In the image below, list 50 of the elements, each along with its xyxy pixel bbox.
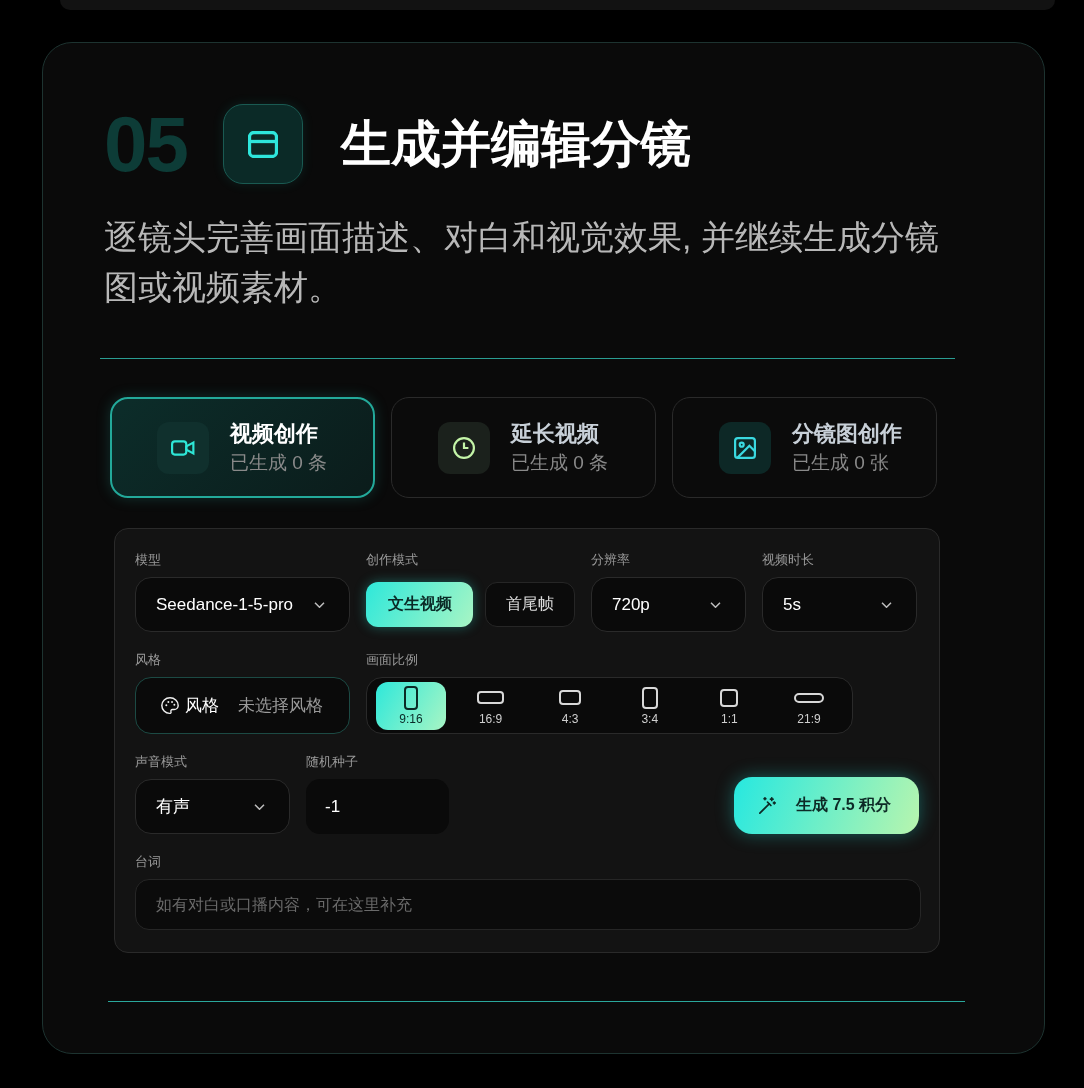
landscape-frame-icon	[477, 691, 505, 704]
dialogue-field[interactable]: 如有对白或口播内容，可在这里补充	[135, 879, 921, 930]
field-label: 台词	[135, 853, 162, 871]
field-label: 视频时长	[762, 551, 815, 569]
landscape-frame-icon	[793, 692, 824, 703]
creation-tab[interactable]: 分镜图创作 已生成 0 张	[672, 397, 937, 498]
section-description: 逐镜头完善画面描述、对白和视觉效果, 并继续生成分镜图或视频素材。	[104, 217, 940, 308]
field-label: 随机种子	[306, 753, 359, 771]
field-label: 创作模式	[366, 551, 419, 569]
landscape-frame-icon	[559, 690, 582, 705]
field-label: 声音模式	[135, 753, 188, 771]
square-frame-icon	[720, 688, 739, 707]
field-label: 模型	[135, 551, 162, 569]
image-icon	[719, 421, 771, 474]
seed-input[interactable]: -1	[306, 779, 449, 834]
model-select[interactable]: Seedance-1-5-pro	[135, 577, 350, 632]
portrait-frame-icon	[641, 686, 658, 709]
duration-select[interactable]: 5s	[762, 577, 917, 632]
magic-wand-icon	[759, 797, 776, 814]
mode-option[interactable]: 文生视频	[366, 582, 473, 627]
video-camera-icon	[157, 421, 209, 474]
field-label: 画面比例	[366, 651, 419, 669]
aspect-ratio-option[interactable]: 1:1	[694, 681, 765, 730]
resolution-select[interactable]: 720p	[591, 577, 746, 632]
portrait-frame-icon	[404, 685, 418, 710]
chevron-down-icon	[314, 601, 325, 608]
field-label: 风格	[135, 651, 162, 669]
aspect-ratio-option[interactable]: 21:9	[773, 681, 844, 730]
mode-option[interactable]: 首尾帧	[485, 582, 575, 627]
creation-tab[interactable]: 视频创作 已生成 0 条	[110, 397, 375, 498]
aspect-ratio-option[interactable]: 3:4	[614, 681, 685, 730]
chevron-down-icon	[254, 803, 265, 810]
audio-select[interactable]: 有声	[135, 779, 290, 834]
generated-count: 已生成 0 条	[511, 450, 609, 475]
field-label: 分辨率	[591, 551, 631, 569]
style-value: 未选择风格	[238, 695, 323, 717]
section-title: 生成并编辑分镜	[341, 115, 691, 174]
chevron-down-icon	[710, 601, 721, 608]
creation-tab[interactable]: 延长视频 已生成 0 条	[391, 397, 656, 498]
palette-icon	[161, 696, 179, 715]
window-icon	[223, 104, 303, 184]
chevron-down-icon	[881, 601, 892, 608]
generated-count: 已生成 0 张	[792, 450, 891, 475]
aspect-ratio-option[interactable]: 4:3	[535, 681, 606, 730]
style-button[interactable]: 风格 未选择风格	[135, 677, 350, 734]
generated-count: 已生成 0 条	[230, 450, 328, 475]
aspect-ratio-option[interactable]: 16:9	[455, 681, 526, 730]
clock-icon	[438, 421, 490, 474]
aspect-ratio-option[interactable]: 9:16	[376, 681, 446, 730]
generate-button[interactable]: 生成 7.5 积分	[734, 777, 919, 834]
